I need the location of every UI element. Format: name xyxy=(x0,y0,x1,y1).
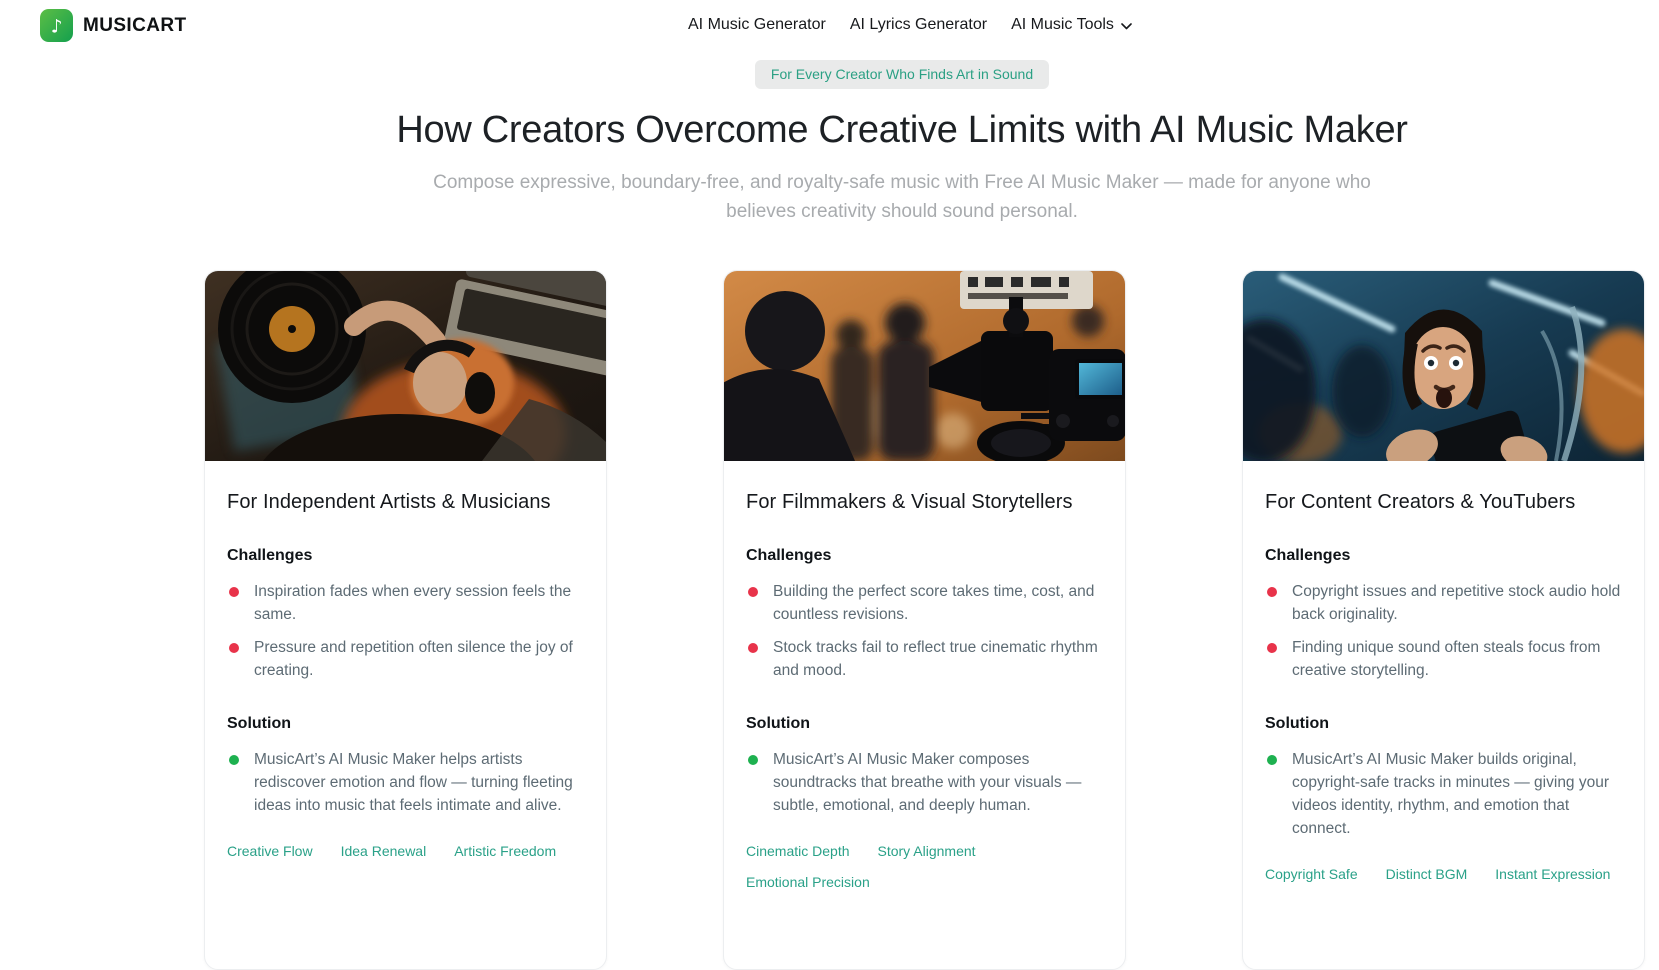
solution-list: MusicArt’s AI Music Maker composes sound… xyxy=(746,748,1103,817)
brand-name: MUSICART xyxy=(83,15,186,37)
challenges-label: Challenges xyxy=(746,547,1103,565)
tag-row: Copyright Safe Distinct BGM Instant Expr… xyxy=(1265,866,1622,882)
svg-text:♪: ♪ xyxy=(51,16,63,37)
challenges-list: Building the perfect score takes time, c… xyxy=(746,580,1103,682)
page: ♪ MUSICART AI Music Generator AI Lyrics … xyxy=(0,0,1659,970)
challenge-text: Building the perfect score takes time, c… xyxy=(773,583,1094,623)
challenge-item: Stock tracks fail to reflect true cinema… xyxy=(746,636,1103,682)
solution-text: MusicArt’s AI Music Maker composes sound… xyxy=(773,751,1081,814)
card-image-creator-photo xyxy=(1243,271,1644,461)
card-independent-artists: For Independent Artists & Musicians Chal… xyxy=(204,270,607,970)
card-image-artists-photo xyxy=(205,271,606,461)
red-bullet-icon xyxy=(748,587,758,597)
challenge-text: Pressure and repetition often silence th… xyxy=(254,639,573,679)
red-bullet-icon xyxy=(748,643,758,653)
tag-link[interactable]: Emotional Precision xyxy=(746,874,870,890)
solution-text: MusicArt’s AI Music Maker builds origina… xyxy=(1292,751,1609,837)
solution-list: MusicArt’s AI Music Maker helps artists … xyxy=(227,748,584,817)
green-bullet-icon xyxy=(229,755,239,765)
tag-row: Creative Flow Idea Renewal Artistic Free… xyxy=(227,843,584,859)
music-note-icon: ♪ xyxy=(40,9,73,42)
tag-link[interactable]: Story Alignment xyxy=(878,843,976,859)
challenges-list: Inspiration fades when every session fee… xyxy=(227,580,584,682)
tag-link[interactable]: Cinematic Depth xyxy=(746,843,850,859)
challenge-item: Inspiration fades when every session fee… xyxy=(227,580,584,626)
card-title: For Filmmakers & Visual Storytellers xyxy=(746,491,1103,514)
solution-label: Solution xyxy=(227,715,584,733)
hero-badge: For Every Creator Who Finds Art in Sound xyxy=(755,60,1049,89)
red-bullet-icon xyxy=(229,643,239,653)
solution-label: Solution xyxy=(1265,715,1622,733)
solution-list: MusicArt’s AI Music Maker builds origina… xyxy=(1265,748,1622,840)
tag-row: Cinematic Depth Story Alignment Emotiona… xyxy=(746,843,1103,890)
top-header: ♪ MUSICART AI Music Generator AI Lyrics … xyxy=(0,0,1659,48)
nav-item-ai-music-tools[interactable]: AI Music Tools xyxy=(1011,16,1132,34)
cards-grid: For Independent Artists & Musicians Chal… xyxy=(204,270,1645,970)
chevron-down-icon xyxy=(1121,23,1132,30)
solution-label: Solution xyxy=(746,715,1103,733)
nav-label: AI Lyrics Generator xyxy=(850,16,987,34)
solution-item: MusicArt’s AI Music Maker builds origina… xyxy=(1265,748,1622,840)
card-image-filmset-photo xyxy=(724,271,1125,461)
tag-link[interactable]: Idea Renewal xyxy=(341,843,427,859)
page-subtitle: Compose expressive, boundary-free, and r… xyxy=(412,168,1392,226)
tag-link[interactable]: Distinct BGM xyxy=(1386,866,1468,882)
tag-link[interactable]: Instant Expression xyxy=(1495,866,1610,882)
challenge-item: Pressure and repetition often silence th… xyxy=(227,636,584,682)
nav-item-ai-lyrics-generator[interactable]: AI Lyrics Generator xyxy=(850,16,987,34)
hero-section: For Every Creator Who Finds Art in Sound… xyxy=(0,60,1659,226)
nav-label: AI Music Generator xyxy=(688,16,826,34)
card-filmmakers: For Filmmakers & Visual Storytellers Cha… xyxy=(723,270,1126,970)
challenge-item: Finding unique sound often steals focus … xyxy=(1265,636,1622,682)
brand-logo[interactable]: ♪ MUSICART xyxy=(40,9,186,42)
challenge-text: Finding unique sound often steals focus … xyxy=(1292,639,1600,679)
solution-item: MusicArt’s AI Music Maker composes sound… xyxy=(746,748,1103,817)
solution-text: MusicArt’s AI Music Maker helps artists … xyxy=(254,751,573,814)
red-bullet-icon xyxy=(1267,587,1277,597)
challenge-item: Building the perfect score takes time, c… xyxy=(746,580,1103,626)
card-title: For Content Creators & YouTubers xyxy=(1265,491,1622,514)
red-bullet-icon xyxy=(229,587,239,597)
green-bullet-icon xyxy=(1267,755,1277,765)
challenge-text: Stock tracks fail to reflect true cinema… xyxy=(773,639,1098,679)
card-title: For Independent Artists & Musicians xyxy=(227,491,584,514)
main-nav: AI Music Generator AI Lyrics Generator A… xyxy=(688,16,1132,34)
green-bullet-icon xyxy=(748,755,758,765)
challenges-label: Challenges xyxy=(1265,547,1622,565)
card-content-creators: For Content Creators & YouTubers Challen… xyxy=(1242,270,1645,970)
tag-link[interactable]: Creative Flow xyxy=(227,843,313,859)
challenges-list: Copyright issues and repetitive stock au… xyxy=(1265,580,1622,682)
red-bullet-icon xyxy=(1267,643,1277,653)
tag-link[interactable]: Copyright Safe xyxy=(1265,866,1358,882)
nav-item-ai-music-generator[interactable]: AI Music Generator xyxy=(688,16,826,34)
tag-link[interactable]: Artistic Freedom xyxy=(454,843,556,859)
challenges-label: Challenges xyxy=(227,547,584,565)
challenge-text: Inspiration fades when every session fee… xyxy=(254,583,571,623)
nav-label: AI Music Tools xyxy=(1011,16,1114,34)
challenge-item: Copyright issues and repetitive stock au… xyxy=(1265,580,1622,626)
challenge-text: Copyright issues and repetitive stock au… xyxy=(1292,583,1620,623)
solution-item: MusicArt’s AI Music Maker helps artists … xyxy=(227,748,584,817)
page-title: How Creators Overcome Creative Limits wi… xyxy=(0,107,1659,153)
